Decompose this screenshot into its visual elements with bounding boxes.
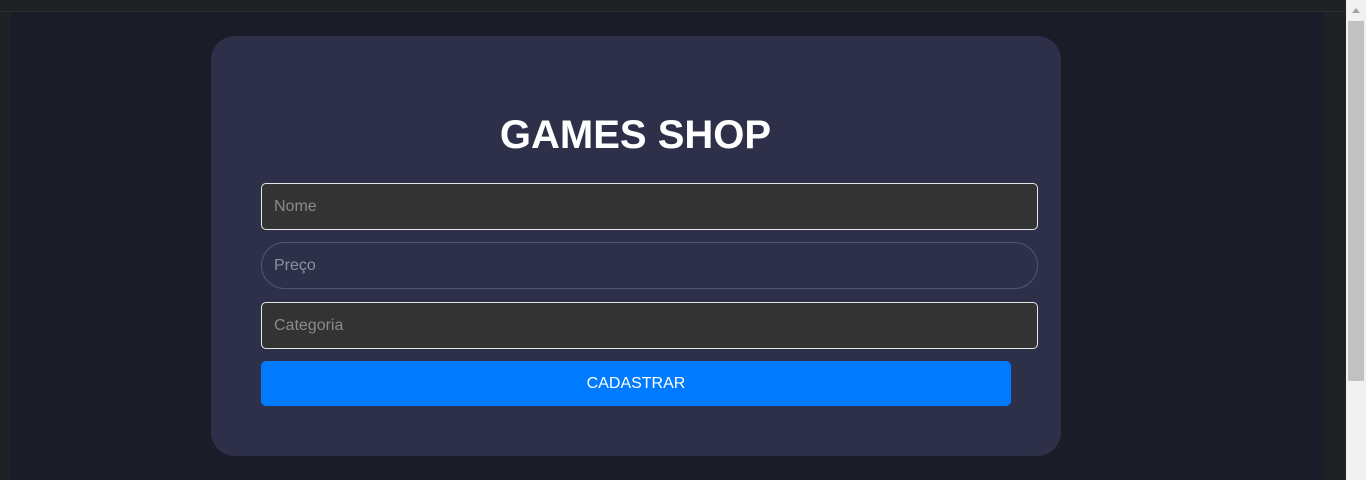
cadastrar-button[interactable]: CADASTRAR: [261, 361, 1011, 406]
categoria-input[interactable]: [261, 302, 1038, 349]
vertical-scrollbar[interactable]: [1346, 0, 1366, 480]
page-title: GAMES SHOP: [499, 113, 772, 157]
nome-input[interactable]: [261, 183, 1038, 230]
page-right-gutter: [1324, 12, 1346, 480]
scroll-up-arrow-icon[interactable]: [1346, 0, 1366, 20]
scrollbar-thumb[interactable]: [1348, 21, 1364, 381]
browser-top-edge: [0, 0, 1366, 12]
preco-input[interactable]: [261, 242, 1038, 289]
